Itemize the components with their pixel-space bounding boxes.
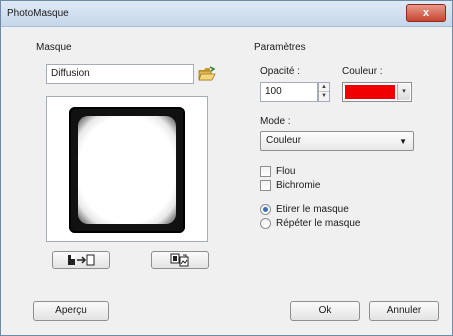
masque-section-label: Masque [36, 42, 72, 53]
image-swap-icon [170, 253, 189, 267]
color-swatch-fill [345, 85, 395, 99]
mask-preview-frame [46, 96, 208, 242]
mask-name-value: Diffusion [51, 68, 90, 79]
swap-image-button[interactable] [151, 251, 209, 269]
folder-open-icon[interactable] [198, 66, 216, 82]
etirer-radio[interactable] [260, 204, 271, 215]
repeter-radio[interactable] [260, 218, 271, 229]
window-title: PhotoMasque [7, 8, 69, 19]
mode-label: Mode : [260, 116, 291, 127]
apercu-label: Aperçu [55, 305, 87, 316]
stepper-up-icon[interactable]: ▲ [319, 83, 329, 92]
flou-checkbox[interactable] [260, 166, 271, 177]
parametres-section-label: Paramètres [254, 42, 306, 53]
close-icon: x [422, 7, 430, 19]
mask-preview [69, 107, 185, 233]
opacite-label: Opacité : [260, 66, 301, 77]
bichromie-checkbox[interactable] [260, 180, 271, 191]
couleur-picker[interactable]: ▾ [342, 82, 412, 102]
opacite-stepper[interactable]: ▲ ▼ [318, 82, 330, 102]
copy-mask-button[interactable] [52, 251, 110, 269]
annuler-button[interactable]: Annuler [369, 301, 439, 321]
bichromie-label: Bichromie [276, 180, 321, 191]
opacite-value: 100 [265, 86, 282, 97]
ok-label: Ok [318, 305, 332, 316]
annuler-label: Annuler [386, 305, 422, 316]
repeter-label: Répéter le masque [276, 218, 361, 229]
stepper-down-icon[interactable]: ▼ [319, 92, 329, 101]
apercu-button[interactable]: Aperçu [33, 301, 109, 321]
copy-to-icon [68, 254, 95, 266]
photomasque-dialog: PhotoMasque x Masque Diffusion Paramètre… [0, 0, 453, 336]
couleur-label: Couleur : [342, 66, 383, 77]
dialog-content: Masque Diffusion Paramètres Opacité: 10… [8, 28, 445, 330]
title-bar: PhotoMasque x [1, 1, 452, 27]
chevron-down-icon: ▼ [399, 137, 407, 146]
mode-select[interactable]: Couleur ▼ [260, 131, 414, 151]
etirer-label: Etirer le masque [276, 204, 349, 215]
mask-name-field[interactable]: Diffusion [46, 64, 194, 84]
opacite-input[interactable]: 100 [260, 82, 318, 102]
chevron-down-icon[interactable]: ▾ [397, 84, 410, 100]
close-button[interactable]: x [406, 4, 446, 22]
ok-button[interactable]: Ok [290, 301, 360, 321]
flou-label: Flou [276, 166, 296, 177]
mode-value: Couleur [266, 135, 302, 146]
